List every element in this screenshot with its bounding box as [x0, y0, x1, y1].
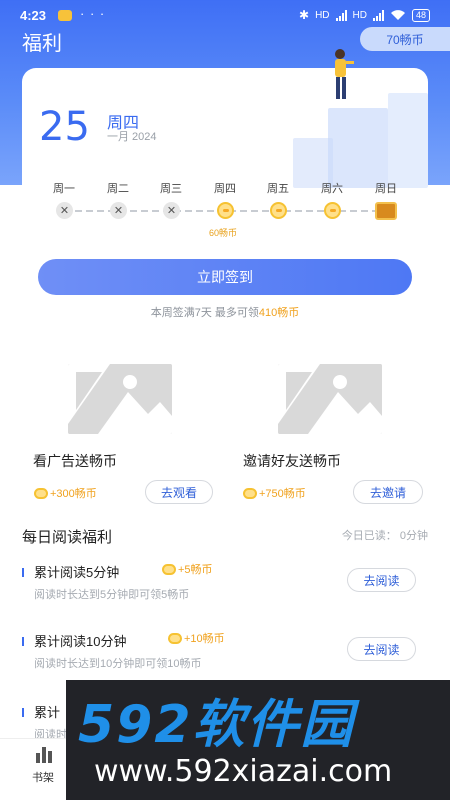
- invite-friends-button[interactable]: 去邀请: [353, 480, 423, 504]
- tab-bookshelf-label: 书架: [32, 772, 54, 784]
- read-button[interactable]: 去阅读: [347, 568, 416, 592]
- message-notification-icon: [58, 10, 72, 21]
- read-button[interactable]: 去阅读: [347, 637, 416, 661]
- missed-day-icon: ✕: [163, 202, 180, 219]
- coin-icon: [162, 563, 176, 575]
- notification-dots: · · ·: [80, 6, 106, 21]
- status-bar: 4:23 · · · ✱ HD HD 48: [0, 0, 450, 30]
- reading-task-title: 累计: [34, 705, 61, 720]
- invite-task-reward: +750畅币: [243, 485, 306, 501]
- missed-day-icon: ✕: [110, 202, 127, 219]
- daily-reading-title: 每日阅读福利: [22, 529, 113, 546]
- reading-task-title: 累计阅读10分钟: [34, 634, 127, 649]
- invite-task-image[interactable]: [278, 364, 382, 434]
- week-label: 周五: [267, 183, 289, 195]
- checkin-month-year: 一月 2024: [107, 131, 157, 143]
- coin-day-icon: [324, 202, 341, 219]
- week-label: 周二: [107, 183, 129, 195]
- watermark-banner: 592软件园 www.592xiazai.com: [66, 680, 450, 800]
- coin-icon: [168, 632, 182, 644]
- checkin-note-text: 本周签满7天 最多可领: [150, 307, 259, 319]
- reading-task-reward: +10畅币: [168, 630, 225, 646]
- reading-task-row: 累计阅读5分钟 +5畅币 阅读时长达到5分钟即可领5畅币 去阅读: [22, 562, 428, 612]
- week-label: 周六: [321, 183, 343, 195]
- reading-task-desc: 阅读时长达到10分钟即可领10畅币: [34, 658, 202, 670]
- watermark-url: www.592xiazai.com: [94, 754, 393, 789]
- gift-chest-icon: [375, 202, 397, 220]
- reading-task-reward-text: +10畅币: [184, 633, 225, 645]
- image-placeholder-icon: [278, 364, 382, 434]
- week-label: 周四: [214, 183, 236, 195]
- signal-icon-2: [372, 9, 384, 21]
- row-accent-bar: [22, 708, 24, 717]
- reading-task-reward: +5畅币: [162, 561, 213, 577]
- week-label: 周一: [53, 183, 75, 195]
- checkin-note: 本周签满7天 最多可领410畅币: [22, 304, 428, 320]
- coin-day-icon: [270, 202, 287, 219]
- row-accent-bar: [22, 637, 24, 646]
- person-illustration: [335, 49, 354, 99]
- ad-task-reward: +300畅币: [34, 485, 97, 501]
- ad-task-title: 看广告送畅币: [33, 453, 117, 469]
- bookshelf-icon: [36, 747, 54, 763]
- ad-task-reward-text: +300畅币: [50, 488, 97, 500]
- row-accent-bar: [22, 568, 24, 577]
- wifi-icon: [390, 10, 405, 20]
- signal-label-1: HD: [315, 9, 330, 21]
- checkin-note-highlight: 410畅币: [258, 307, 300, 319]
- invite-task-reward-text: +750畅币: [259, 488, 306, 500]
- checkin-button[interactable]: 立即签到: [38, 259, 412, 295]
- coin-day-icon: [217, 202, 234, 219]
- status-time: 4:23: [20, 8, 47, 23]
- today-read-minutes: 今日已读： 0分钟: [341, 530, 428, 542]
- status-icons: ✱ HD HD 48: [299, 8, 430, 22]
- coin-icon: [243, 487, 257, 499]
- today-reward-label: 60畅币: [208, 228, 237, 238]
- reading-task-reward-text: +5畅币: [178, 564, 213, 576]
- reading-task-desc: 阅读时长达到5分钟即可领5畅币: [34, 589, 190, 601]
- checkin-day-number: 25: [39, 104, 90, 150]
- coin-balance-button[interactable]: 70畅币: [360, 27, 450, 51]
- invite-task-title: 邀请好友送畅币: [243, 453, 341, 469]
- signal-icon: [335, 9, 347, 21]
- image-placeholder-icon: [68, 364, 172, 434]
- watermark-brand: 592软件园: [78, 695, 355, 755]
- checkin-card: 25 周四 一月 2024 周一 周二 周三 周四 周五 周六 周日 ✕ ✕ ✕…: [22, 68, 428, 332]
- week-label: 周日: [375, 183, 397, 195]
- coin-icon: [34, 487, 48, 499]
- ad-task-image[interactable]: [68, 364, 172, 434]
- bluetooth-icon: ✱: [299, 8, 310, 22]
- watch-ad-button[interactable]: 去观看: [145, 480, 213, 504]
- reading-task-title: 累计阅读5分钟: [34, 565, 120, 580]
- signal-label-2: HD: [352, 9, 367, 21]
- missed-day-icon: ✕: [56, 202, 73, 219]
- battery-icon: 48: [411, 8, 430, 22]
- page-title: 福利: [22, 33, 62, 55]
- week-label: 周三: [160, 183, 182, 195]
- reading-task-row: 累计阅读10分钟 +10畅币 阅读时长达到10分钟即可领10畅币 去阅读: [22, 631, 428, 681]
